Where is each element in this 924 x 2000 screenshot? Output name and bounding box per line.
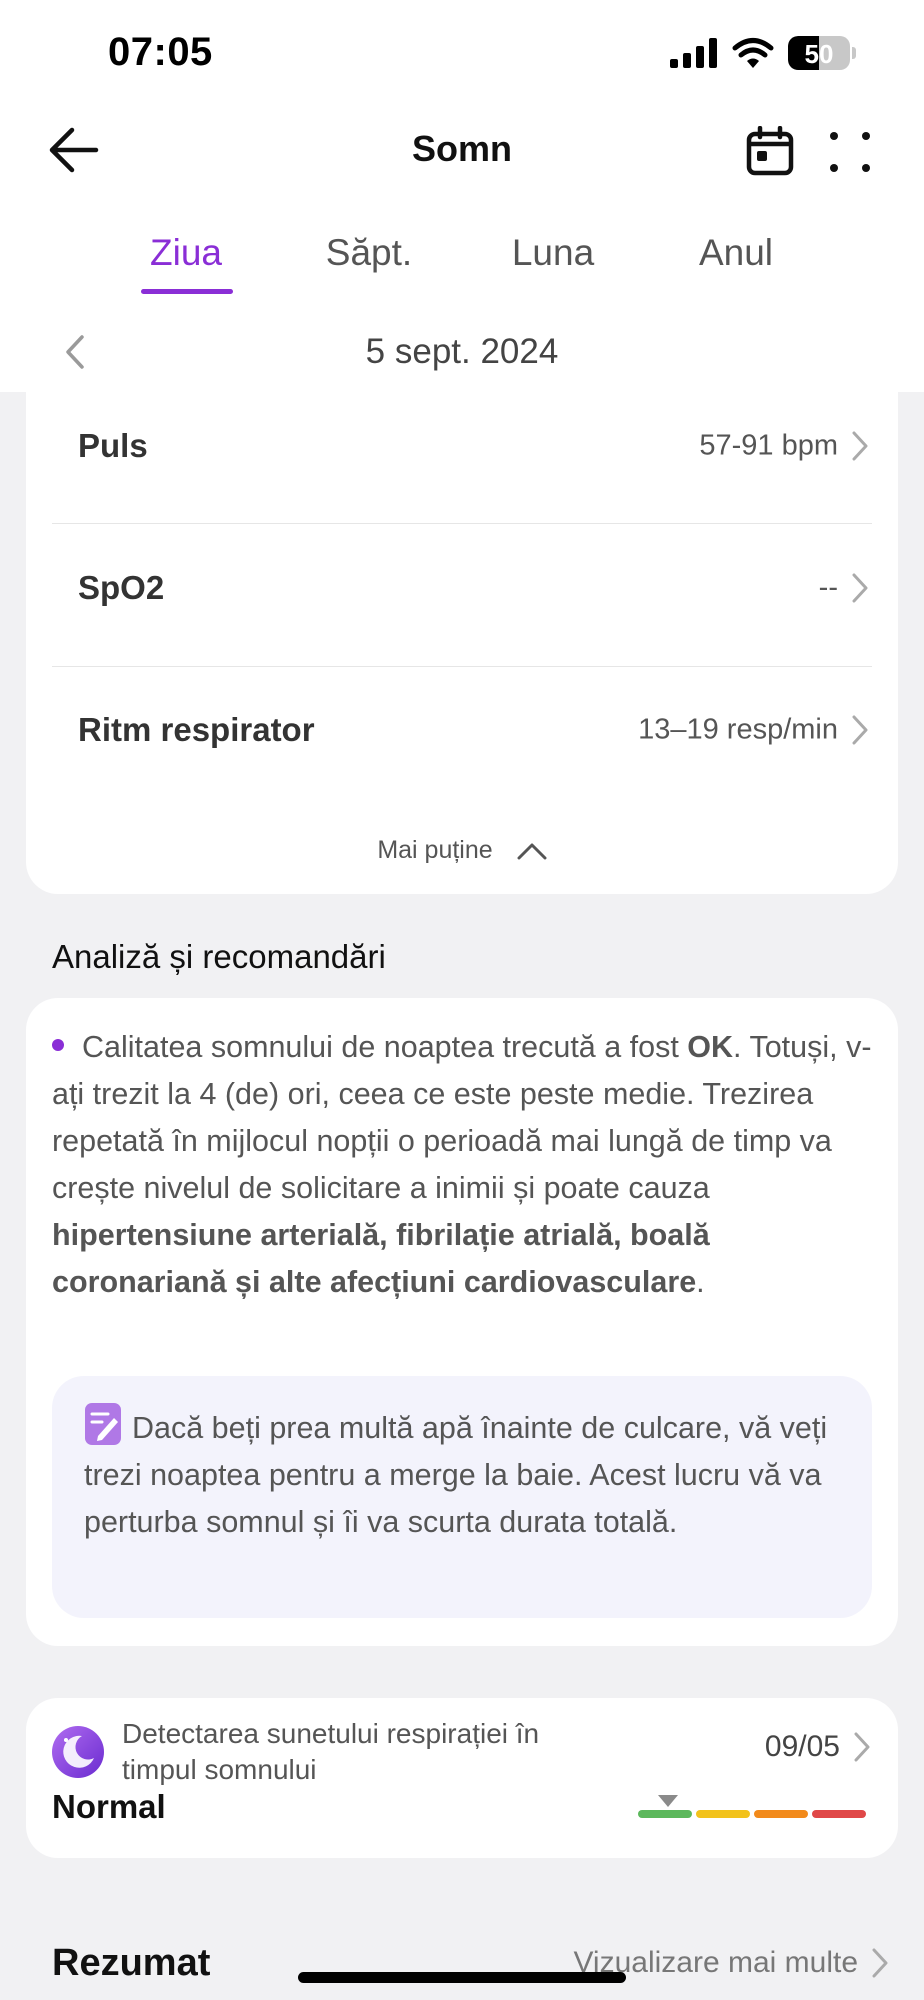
tip-box: Dacă beți prea multă apă înainte de culc… [52, 1376, 872, 1618]
metric-label: Puls [78, 427, 148, 464]
moon-sleep-icon [52, 1726, 104, 1778]
scale-segment-normal [638, 1810, 692, 1818]
section-title-analysis: Analiză și recomandări [52, 938, 386, 975]
tab-year[interactable]: Anul [699, 232, 773, 274]
analysis-text: Calitatea somnului de noaptea trecută a … [52, 1024, 882, 1306]
status-icons: 50 [670, 36, 856, 70]
current-date: 5 sept. 2024 [365, 332, 559, 371]
metric-value: -- [818, 571, 838, 604]
chevron-right-icon [852, 431, 868, 461]
chevron-right-icon [872, 1948, 888, 1978]
metric-row-pulse[interactable]: Puls 57-91 bpm [52, 376, 898, 516]
metric-value: 57-91 bpm [699, 429, 838, 462]
chevron-up-icon [517, 843, 547, 859]
active-tab-indicator [141, 289, 233, 294]
signal-icon [670, 38, 717, 68]
breathing-status: Normal [52, 1788, 166, 1825]
tab-month[interactable]: Luna [512, 232, 594, 274]
show-less-button[interactable]: Mai puține [0, 836, 924, 865]
summary-title: Rezumat [52, 1942, 211, 1984]
breathing-sound-card[interactable]: Detectarea sunetului respirației în timp… [26, 1698, 898, 1858]
chevron-right-icon [852, 715, 868, 745]
note-pencil-icon [85, 1403, 121, 1445]
wifi-icon [732, 38, 774, 68]
analysis-bold-part: hipertensiune arterială, fibrilație atri… [52, 1218, 710, 1299]
metric-label: SpO2 [78, 569, 165, 606]
calendar-icon[interactable] [746, 126, 794, 176]
sleep-metrics-card: Puls 57-91 bpm SpO2 -- Ritm respirator 1… [26, 380, 898, 894]
tab-week[interactable]: Săpt. [326, 232, 412, 274]
breathing-severity-scale [638, 1810, 866, 1818]
status-time: 07:05 [108, 30, 213, 74]
tab-day[interactable]: Ziua [150, 232, 222, 274]
show-less-label: Mai puține [377, 836, 493, 864]
scale-marker [658, 1795, 678, 1807]
breathing-detection-title: Detectarea sunetului respirației în timp… [122, 1718, 540, 1785]
battery-icon: 50 [788, 36, 850, 70]
metric-label: Ritm respirator [78, 711, 315, 748]
analysis-bold-part: OK [687, 1030, 734, 1064]
metric-row-spo2[interactable]: SpO2 -- [52, 518, 898, 658]
metric-row-respiratory-rate[interactable]: Ritm respirator 13–19 resp/min [52, 660, 898, 800]
analysis-text-part: . [696, 1265, 705, 1299]
analysis-text-part: Calitatea somnului de noaptea trecută a … [82, 1030, 688, 1064]
bullet-dot [52, 1039, 64, 1051]
scale-segment-mild [696, 1810, 750, 1818]
home-indicator [298, 1972, 626, 1983]
breathing-date: 09/05 [764, 1730, 840, 1763]
battery-level: 50 [804, 39, 834, 69]
more-grid-icon[interactable] [828, 130, 872, 174]
scale-segment-moderate [754, 1810, 808, 1818]
chevron-right-icon [852, 573, 868, 603]
analysis-card: Calitatea somnului de noaptea trecută a … [26, 998, 898, 1646]
chevron-right-icon [854, 1732, 870, 1762]
battery-nub [852, 47, 856, 59]
scale-segment-severe [812, 1810, 866, 1818]
metric-value: 13–19 resp/min [638, 713, 838, 746]
tip-text: Dacă beți prea multă apă înainte de culc… [84, 1411, 828, 1539]
